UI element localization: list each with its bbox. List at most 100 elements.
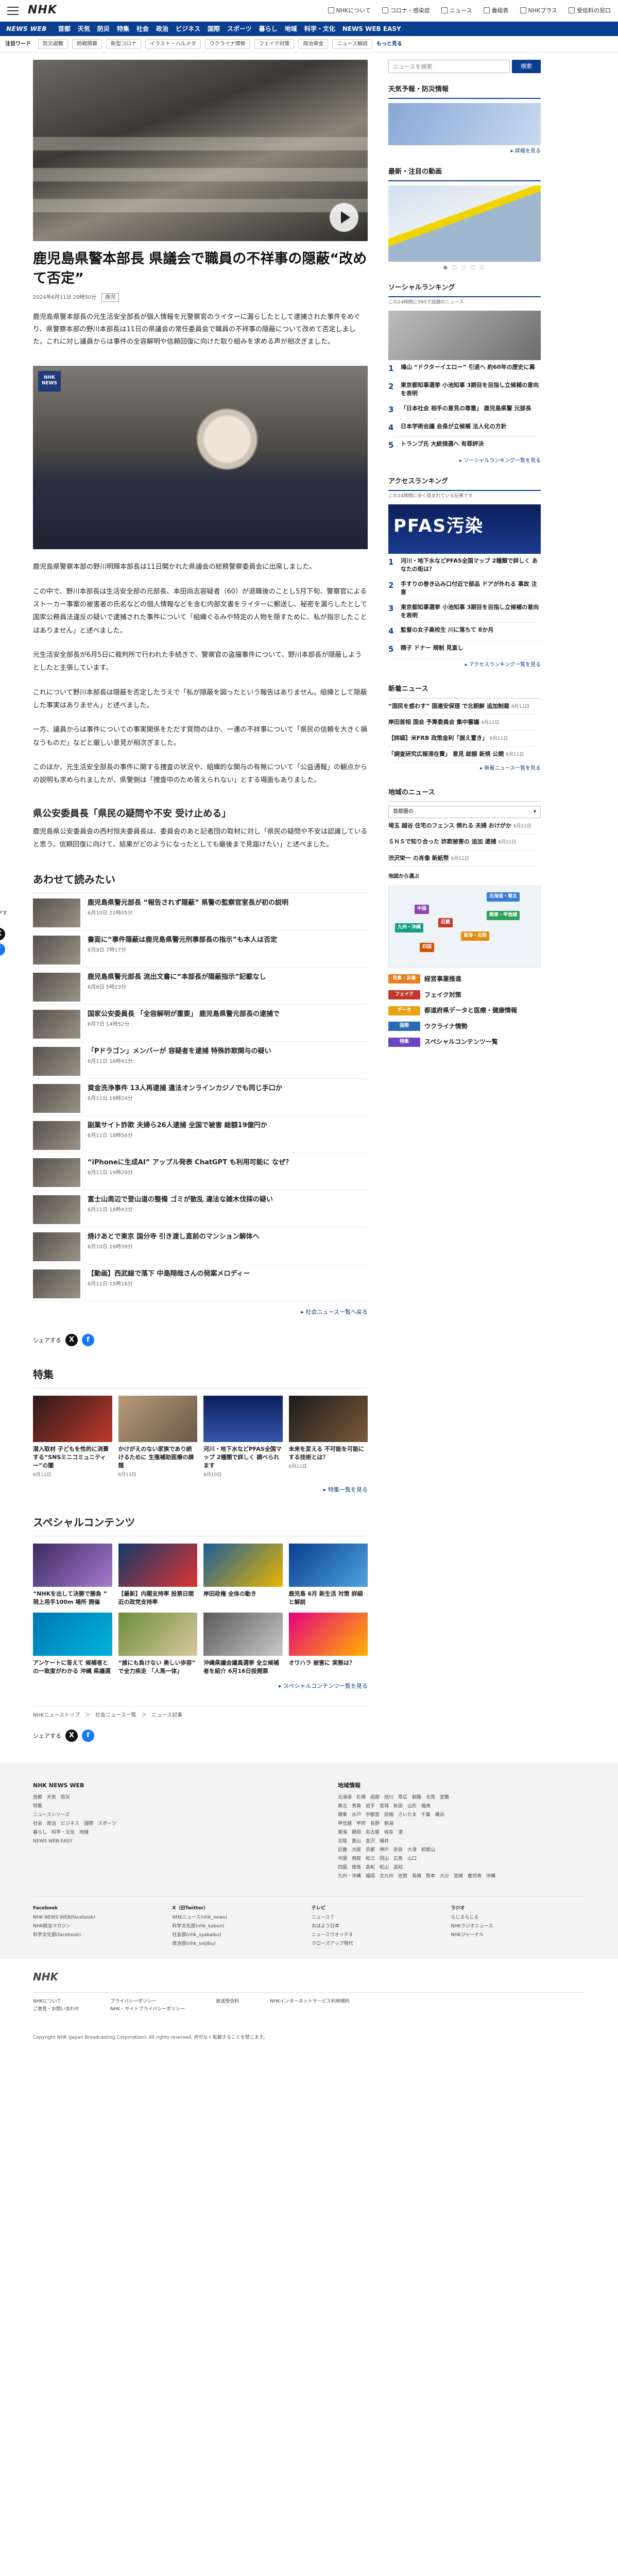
map-region-shikoku[interactable]: 四国 (420, 943, 435, 952)
contents-more-link[interactable]: ▸ スペシャルコンテンツ一覧を見る (33, 1682, 368, 1690)
carousel-dots[interactable]: ● ○ ○ ○ ○ (388, 264, 541, 272)
nav-item[interactable]: 地域 (285, 24, 297, 34)
related-item[interactable]: 鹿児島県警元部長 流出文書に“本部長が隠蔽指示”記載なし 6月8日 5時23分 (33, 968, 368, 1005)
social-ranking-more-link[interactable]: ▸ ソーシャルランキング一覧を見る (388, 457, 541, 465)
new-news-more-link[interactable]: ▸ 新着ニュース一覧を見る (388, 765, 541, 773)
footer-group-links[interactable]: NHKニュース(nhk_news) 科学文化部(nhk_kabun) 社会部(n… (173, 1913, 307, 1948)
nav-item[interactable]: ビジネス (176, 24, 200, 34)
related-item[interactable]: 焼けあとで東京 国分寺 引き渡し直前のマンション解体へ 6月10日 16時39分 (33, 1227, 368, 1265)
menu-icon[interactable] (7, 6, 19, 15)
top-link[interactable]: NHKについて (328, 6, 371, 15)
map-region-kyushu[interactable]: 九州・沖縄 (395, 923, 424, 933)
new-news-item[interactable]: “国民を惑わす” 国連安保理 で北朝鮮 追加制裁 6月11日 (388, 699, 541, 715)
ranking-item[interactable]: 1 鳩山 “ドクターイエロー” 引退へ 約60年の歴史に幕 (388, 360, 541, 379)
nav-item[interactable]: 特集 (117, 24, 129, 34)
related-item[interactable]: 「Pドラゴン」メンバーが 容疑者を逮捕 特殊詐欺関与の疑い 6月11日 16時41… (33, 1042, 368, 1079)
keyword-chip[interactable]: 政治資金 (298, 39, 329, 49)
new-news-item[interactable]: 「調査研究広報滞在費」 意見 総額 新規 公開 6月11日 (388, 747, 541, 762)
keyword-chip[interactable]: 熱戦開幕 (72, 39, 102, 49)
local-news-item[interactable]: ＳＮＳで知り合った 詐欺被害の 追加 逮捕 6月11日 (388, 834, 541, 851)
top-link[interactable]: 番組表 (483, 6, 509, 15)
x-share-icon[interactable]: X (0, 927, 5, 940)
special-card[interactable]: かけがえのない家族であり続けるために 生殖補助医療の課題 6月11日 (118, 1396, 197, 1479)
x-share-icon[interactable]: X (65, 1334, 78, 1347)
footer-group-links[interactable]: NHK NEWS WEB(facebook) NHK政治マガジン 科学文化部(f… (33, 1913, 167, 1940)
special-card[interactable]: 潜入取材 子どもを性的に消費する“SNSミニコミュニティー”の闇 6月11日 (33, 1396, 112, 1479)
nav-item[interactable]: 政治 (156, 24, 168, 34)
ranking-item[interactable]: 3 「日本社会 相手の意見の尊重」 鹿児島県警 元部長 (388, 401, 541, 419)
social-ranking-image[interactable] (388, 311, 541, 361)
footer-legal-link[interactable]: プライバシーポリシー NHK・サイトプライバシーポリシー (110, 1998, 185, 2014)
top-link[interactable]: ニュース (441, 6, 472, 15)
top-link[interactable]: 受信料の窓口 (569, 6, 611, 15)
keyword-more-link[interactable]: もっと見る (376, 40, 402, 48)
nav-item[interactable]: スポーツ (227, 24, 252, 34)
latest-video-image[interactable] (388, 185, 541, 262)
article-video[interactable] (33, 60, 368, 241)
related-item[interactable]: 富士山周辺で登山道の整備 ゴミが散乱 違法な雑木伐採の疑い 6月11日 18時43… (33, 1190, 368, 1228)
footer-news-links[interactable]: 首都 天気 防災 特集 ニュースシリーズ 社会 政治 ビジネス 国際 スポーツ … (33, 1793, 280, 1846)
facebook-share-icon[interactable]: f (0, 943, 5, 956)
ranking-item[interactable]: 4 日本学術会議 会長が立候補 法人化の方針 (388, 419, 541, 437)
footer-legal-link[interactable]: 放送受信料 (216, 1998, 239, 2014)
nav-brand[interactable]: NEWS WEB (6, 24, 47, 34)
nav-item[interactable]: 社会 (136, 24, 149, 34)
keyword-chip[interactable]: ウクライナ情勢 (204, 39, 250, 49)
related-item[interactable]: “iPhoneに生成AI” アップル発表 ChatGPT も利用可能に なぜ？ 6… (33, 1153, 368, 1191)
footer-col-title[interactable]: NHK NEWS WEB (33, 1781, 280, 1790)
local-news-item[interactable]: 埼玉 越谷 住宅のフェンス 倒れる 夫婦 おけがか 6月11日 (388, 818, 541, 835)
content-card[interactable]: 沖縄県議会議員選挙 全立候補者を紹介 6月16日投開票 (203, 1613, 283, 1675)
map-region-tokai-hokuriku[interactable]: 東海・北陸 (461, 931, 490, 941)
new-news-item[interactable]: 【詳細】米FRB 政策金利「据え置き」 6月11日 (388, 731, 541, 747)
content-card[interactable]: “誰にも負けない 美しい歩容” で全力疾走 「人馬一体」 (118, 1613, 197, 1675)
facebook-share-icon[interactable]: f (82, 1730, 94, 1742)
weather-more-link[interactable]: ▸ 詳細を見る (388, 147, 541, 156)
content-card[interactable]: 【最新】内閣支持率 投票日間近の政党支持率 (118, 1544, 197, 1606)
pfas-banner[interactable]: PFAS汚染 (388, 504, 541, 554)
related-item[interactable]: 【動画】西武線で落下 中島翔哉さんの発案メロディー 6月11日 15時16分 (33, 1264, 368, 1302)
keyword-chip[interactable]: フェイク対策 (254, 39, 295, 49)
nav-item[interactable]: 首都 (58, 24, 71, 34)
nav-item[interactable]: 国際 (208, 24, 220, 34)
access-item[interactable]: 3 東京都知事選挙 小池知事 3期目を目指し立候補の意向を表明 (388, 600, 541, 623)
feature-link[interactable]: 国際 ウクライナ情勢 (388, 1022, 541, 1031)
access-item[interactable]: 4 監督の女子高校生 川に落ちて 8か月 (388, 623, 541, 641)
keyword-chip[interactable]: 新型コロナ (106, 39, 141, 49)
access-item[interactable]: 2 手すりの巻き込み口付近で部品 ドアが外れる 事故 注意 (388, 577, 541, 600)
content-card[interactable]: 鹿児島 6月 新生活 対策 詳細と解説 (288, 1544, 368, 1606)
special-card[interactable]: 未来を変える 不可能を可能にする技術とは？ 6月11日 (288, 1396, 368, 1479)
top-link[interactable]: NHKプラス (520, 6, 557, 15)
footer-nhk-logo[interactable]: NHK (33, 1969, 585, 1985)
special-card[interactable]: 河川・地下水などPFAS全国マップ 2種類で詳しく 調べられます 6月10日 (203, 1396, 283, 1479)
nav-item[interactable]: NEWS WEB EASY (342, 24, 401, 34)
content-card[interactable]: “NHKを出して決勝で勝負 ” 現上用手100m 場所 開催 (33, 1544, 112, 1606)
special-more-link[interactable]: ▸ 特集一覧を見る (33, 1485, 368, 1494)
related-item[interactable]: 書面に“事件隠蔽は鹿児島県警元刑事部長の指示”も本人は否定 6月9日 7時17分 (33, 930, 368, 968)
keyword-chip[interactable]: ニュース解説 (332, 39, 372, 49)
weather-widget[interactable] (388, 103, 541, 146)
category-badge[interactable]: 鹿児 (101, 293, 119, 302)
nav-item[interactable]: 科学・文化 (304, 24, 335, 34)
facebook-share-icon[interactable]: f (82, 1334, 94, 1347)
feature-link[interactable]: 特集 スペシャルコンテンツ一覧 (388, 1037, 541, 1047)
x-share-icon[interactable]: X (65, 1730, 78, 1742)
top-link[interactable]: コロナ・感染症 (382, 6, 430, 15)
search-button[interactable]: 検索 (512, 60, 541, 73)
access-item[interactable]: 1 河川・地下水などPFAS全国マップ 2種類で詳しく あなたの街は？ (388, 554, 541, 577)
search-input[interactable]: ニュースを検索 (388, 60, 510, 73)
map-region-chugoku[interactable]: 中国 (415, 905, 430, 914)
content-card[interactable]: オワハラ 被害に 実態は？ (288, 1613, 368, 1675)
related-more-link[interactable]: ▸ 社会ニュース一覧へ戻る (33, 1308, 368, 1316)
region-select[interactable]: 首都圏の ▾ (388, 806, 541, 819)
feature-link[interactable]: フェイク フェイク対策 (388, 990, 541, 1000)
map-region-kanto[interactable]: 関東・甲信越 (487, 911, 520, 920)
nav-item[interactable]: 防災 (97, 24, 110, 34)
content-card[interactable]: 岸田政権 全体の動き (203, 1544, 283, 1606)
play-icon[interactable] (330, 203, 358, 232)
feature-link[interactable]: 気象・災害 経営事業推進 (388, 974, 541, 984)
keyword-chip[interactable]: イラスト・ハルメタ (145, 39, 201, 49)
breadcrumb[interactable]: NHKニューストップ ＞ 社会ニュース一覧 ＞ ニュース記事 (33, 1705, 368, 1725)
local-news-item[interactable]: 渋沢栄一 の肖像 新紙幣 6月11日 (388, 851, 541, 867)
nhk-logo[interactable]: NHK (28, 2, 57, 19)
footer-group-links[interactable]: らじるらじる NHKラジオニュース NHKジャーナル (451, 1913, 586, 1940)
